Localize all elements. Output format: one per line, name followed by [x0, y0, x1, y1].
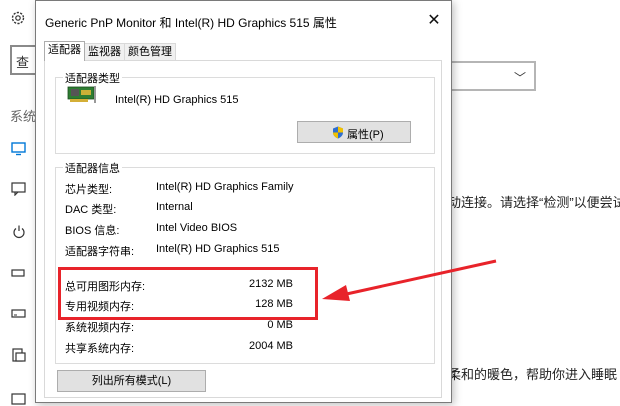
bios-info-value: Intel Video BIOS — [156, 222, 238, 234]
storage-icon[interactable] — [10, 307, 28, 321]
nav-section-label: 系统 — [10, 109, 37, 124]
multitasking-icon[interactable] — [10, 392, 28, 406]
tab-adapter[interactable]: 适配器 — [44, 41, 85, 61]
shared-system-memory-label: 共享系统内存: — [65, 343, 135, 355]
list-all-modes-button[interactable]: 列出所有模式(L) — [57, 370, 206, 392]
background-text-line2: 柔和的暖色，帮助你进入睡眠 — [448, 367, 618, 382]
dialog-title: Generic PnP Monitor 和 Intel(R) HD Graphi… — [45, 16, 337, 30]
power-icon[interactable] — [10, 225, 28, 239]
system-video-memory-value: 0 MB — [267, 319, 293, 331]
settings-gear-icon[interactable] — [10, 10, 26, 26]
bios-info-label: BIOS 信息: — [65, 225, 120, 237]
search-hint-text: 查 — [16, 55, 30, 70]
properties-button-label: 属性(P) — [347, 129, 384, 141]
notification-icon[interactable] — [10, 182, 28, 196]
properties-button[interactable]: 属性(P) — [297, 121, 411, 143]
dialog-titlebar[interactable]: Generic PnP Monitor 和 Intel(R) HD Graphi… — [36, 1, 451, 39]
background-text-line1: 动连接。请选择“检测”以便尝试 — [448, 195, 620, 210]
dac-type-label: DAC 类型: — [65, 204, 117, 216]
system-video-memory-label: 系统视频内存: — [65, 322, 135, 334]
display-icon[interactable] — [10, 142, 28, 156]
chip-type-value: Intel(R) HD Graphics Family — [156, 181, 294, 193]
annotation-highlight-box — [58, 267, 318, 320]
annotation-arrow — [322, 259, 497, 301]
chip-type-label: 芯片类型: — [65, 184, 113, 196]
tab-monitor[interactable]: 监视器 — [84, 43, 125, 60]
adapter-info-group-title: 适配器信息 — [63, 160, 122, 176]
chevron-down-icon: ﹀ — [513, 71, 526, 85]
tab-color-management[interactable]: 颜色管理 — [124, 43, 176, 60]
display-properties-dialog: Generic PnP Monitor 和 Intel(R) HD Graphi… — [35, 0, 452, 403]
graphics-card-icon — [67, 86, 96, 103]
adapter-name: Intel(R) HD Graphics 515 — [115, 94, 239, 106]
tablet-mode-icon[interactable] — [10, 348, 28, 362]
settings-dropdown[interactable]: ﹀ — [448, 61, 536, 91]
uac-shield-icon — [333, 126, 343, 139]
battery-icon[interactable] — [10, 266, 28, 280]
adapter-string-value: Intel(R) HD Graphics 515 — [156, 243, 280, 255]
adapter-string-label: 适配器字符串: — [65, 246, 135, 258]
shared-system-memory-value: 2004 MB — [248, 340, 293, 352]
close-button[interactable]: ✕ — [417, 7, 451, 35]
dac-type-value: Internal — [156, 201, 193, 213]
